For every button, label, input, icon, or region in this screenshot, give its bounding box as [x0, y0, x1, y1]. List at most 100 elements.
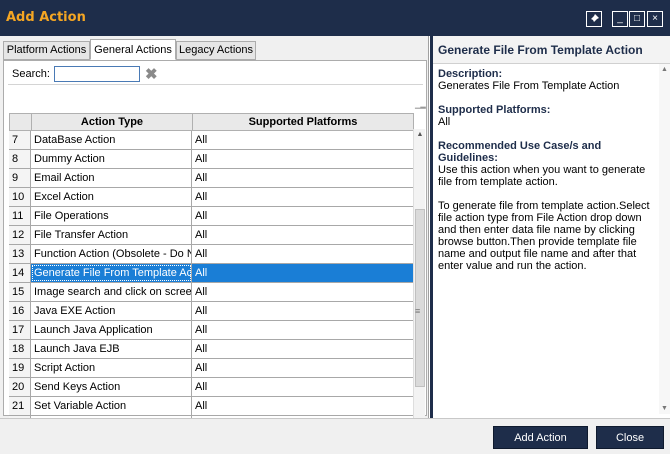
row-number: 15: [9, 283, 31, 301]
scroll-up-icon[interactable]: ▲: [414, 129, 426, 141]
details-header: Generate File From Template Action: [433, 36, 670, 64]
window-title: Add Action: [6, 10, 86, 25]
usecase-text-1: Use this action when you want to generat…: [438, 164, 646, 188]
supported-platforms-cell[interactable]: All: [192, 264, 414, 282]
search-label: Search:: [12, 68, 50, 80]
row-number: 9: [9, 169, 31, 187]
table-row[interactable]: 9 Email Action All: [9, 169, 414, 188]
tab-platform-actions[interactable]: Platform Actions: [3, 41, 90, 60]
search-input[interactable]: [54, 66, 140, 82]
maximize-button[interactable]: □: [629, 11, 645, 27]
clear-search-icon[interactable]: ✖: [145, 65, 158, 83]
table-row[interactable]: 7 DataBase Action All: [9, 131, 414, 150]
table-row[interactable]: 14 Generate File From Template Acti All: [9, 264, 414, 283]
details-panel: Generate File From Template Action Descr…: [430, 36, 670, 418]
pin-button[interactable]: [586, 11, 602, 27]
platforms-heading: Supported Platforms:: [438, 104, 551, 116]
supported-platforms-cell[interactable]: All: [192, 321, 414, 339]
action-type-cell[interactable]: Launch Java EJB: [31, 340, 192, 358]
supported-platforms-cell[interactable]: All: [192, 131, 414, 149]
title-bar: Add Action _ □ ×: [0, 0, 670, 36]
table-row[interactable]: 17 Launch Java Application All: [9, 321, 414, 340]
supported-platforms-cell[interactable]: All: [192, 245, 414, 263]
table-row[interactable]: 13 Function Action (Obsolete - Do N All: [9, 245, 414, 264]
row-number: 11: [9, 207, 31, 225]
scroll-up-icon[interactable]: ▲: [659, 66, 670, 73]
table-row[interactable]: 19 Script Action All: [9, 359, 414, 378]
minimize-button[interactable]: _: [612, 11, 628, 27]
supported-platforms-cell[interactable]: All: [192, 207, 414, 225]
supported-platforms-cell[interactable]: All: [192, 283, 414, 301]
supported-platforms-cell[interactable]: All: [192, 169, 414, 187]
action-type-cell[interactable]: Script Action: [31, 359, 192, 377]
row-number: 18: [9, 340, 31, 358]
usecase-text-2: To generate file from template action.Se…: [438, 200, 650, 272]
description-heading: Description:: [438, 68, 503, 80]
supported-platforms-cell[interactable]: All: [192, 340, 414, 358]
action-type-cell[interactable]: DataBase Action: [31, 131, 192, 149]
description-text: Generates File From Template Action: [438, 80, 620, 92]
supported-platforms-cell[interactable]: All: [192, 302, 414, 320]
scroll-down-icon[interactable]: ▼: [659, 405, 670, 412]
action-type-cell[interactable]: Java EXE Action: [31, 302, 192, 320]
row-number: 14: [9, 264, 31, 282]
action-type-cell[interactable]: Send Keys Action: [31, 378, 192, 396]
row-number: 13: [9, 245, 31, 263]
row-number: 17: [9, 321, 31, 339]
row-number: 19: [9, 359, 31, 377]
row-number: 12: [9, 226, 31, 244]
details-scrollbar[interactable]: ▲ ▼: [659, 64, 670, 414]
actions-panel: Platform Actions General Actions Legacy …: [0, 36, 429, 435]
supported-platforms-cell[interactable]: All: [192, 150, 414, 168]
action-type-cell[interactable]: Launch Java Application: [31, 321, 192, 339]
supported-platforms-cell[interactable]: All: [192, 359, 414, 377]
row-number: 8: [9, 150, 31, 168]
grid-header: Action Type Supported Platforms: [9, 113, 414, 131]
supported-platforms-cell[interactable]: All: [192, 226, 414, 244]
row-number: 10: [9, 188, 31, 206]
action-type-cell[interactable]: Email Action: [31, 169, 192, 187]
table-row[interactable]: 12 File Transfer Action All: [9, 226, 414, 245]
scroll-thumb[interactable]: [415, 209, 425, 387]
supported-platforms-cell[interactable]: All: [192, 188, 414, 206]
actions-grid-container: Search: ✖ ▁▂ Action Type Supported Platf…: [3, 60, 427, 435]
details-title: Generate File From Template Action: [438, 43, 643, 57]
row-number: 21: [9, 397, 31, 415]
row-number: 7: [9, 131, 31, 149]
usecase-heading: Recommended Use Case/s and Guidelines:: [438, 140, 602, 164]
action-type-cell[interactable]: Excel Action: [31, 188, 192, 206]
tab-legacy-actions[interactable]: Legacy Actions: [176, 41, 256, 60]
table-row[interactable]: 18 Launch Java EJB All: [9, 340, 414, 359]
table-row[interactable]: 15 Image search and click on screen All: [9, 283, 414, 302]
grid-vertical-scrollbar[interactable]: ▲ ≡ ▼: [413, 129, 425, 432]
supported-platforms-cell[interactable]: All: [192, 397, 414, 415]
search-bar: Search: ✖: [8, 65, 423, 85]
action-type-cell[interactable]: Set Variable Action: [31, 397, 192, 415]
action-type-cell[interactable]: File Operations: [31, 207, 192, 225]
close-button[interactable]: Close: [596, 426, 664, 449]
table-row[interactable]: 11 File Operations All: [9, 207, 414, 226]
supported-platforms-cell[interactable]: All: [192, 378, 414, 396]
action-type-cell[interactable]: Generate File From Template Acti: [31, 264, 192, 282]
grip-icon: ▁▂: [415, 102, 426, 109]
action-type-cell[interactable]: Function Action (Obsolete - Do N: [31, 245, 192, 263]
dialog-footer: Add Action Close: [0, 418, 670, 454]
platforms-text: All: [438, 116, 451, 128]
table-row[interactable]: 16 Java EXE Action All: [9, 302, 414, 321]
pin-icon: [589, 14, 599, 24]
column-header-action-type[interactable]: Action Type: [32, 114, 193, 131]
add-action-button[interactable]: Add Action: [493, 426, 588, 449]
action-type-cell[interactable]: Dummy Action: [31, 150, 192, 168]
table-row[interactable]: 8 Dummy Action All: [9, 150, 414, 169]
row-number-header: [10, 114, 32, 131]
column-header-supported-platforms[interactable]: Supported Platforms: [193, 114, 413, 131]
close-window-button[interactable]: ×: [647, 11, 663, 27]
table-row[interactable]: 21 Set Variable Action All: [9, 397, 414, 416]
table-row[interactable]: 20 Send Keys Action All: [9, 378, 414, 397]
table-row[interactable]: 10 Excel Action All: [9, 188, 414, 207]
action-type-cell[interactable]: File Transfer Action: [31, 226, 192, 244]
details-content: Description: Generates File From Templat…: [438, 68, 658, 272]
action-type-cell[interactable]: Image search and click on screen: [31, 283, 192, 301]
tab-general-actions[interactable]: General Actions: [90, 39, 176, 60]
row-number: 20: [9, 378, 31, 396]
